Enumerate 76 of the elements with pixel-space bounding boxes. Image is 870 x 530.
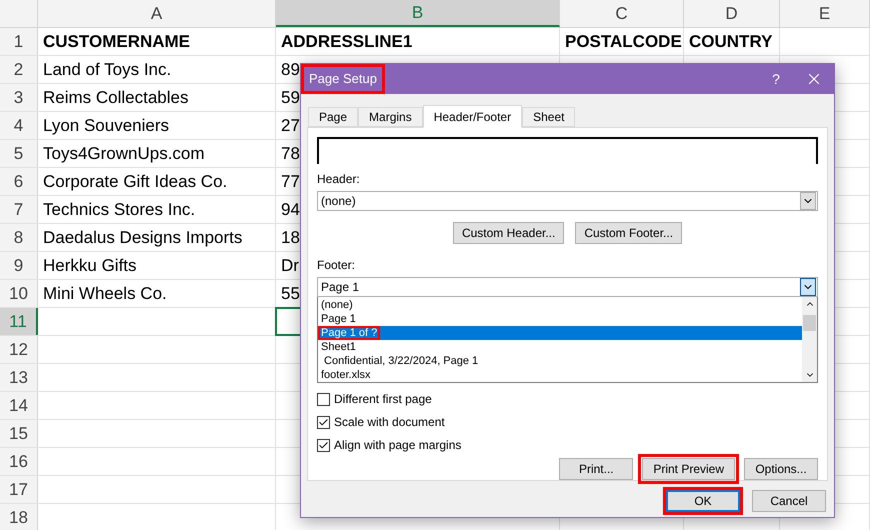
cell-text: Lyon Souveniers — [43, 114, 170, 137]
dialog-button[interactable]: Print Preview — [642, 458, 735, 480]
cell-text: Technics Stores Inc. — [43, 198, 196, 221]
field-label: Footer: — [317, 257, 356, 274]
dialog-tab[interactable]: Page — [308, 107, 358, 127]
list-option[interactable]: Page 1 of ? — [318, 326, 802, 340]
row-header[interactable]: 16 — [0, 448, 38, 475]
row-header[interactable]: 10 — [0, 280, 38, 307]
cell-text: Herkku Gifts — [43, 254, 137, 277]
highlight-frame: Page 1 of ? — [318, 326, 380, 340]
custom-button[interactable]: Custom Header... — [452, 222, 564, 244]
list-option[interactable]: Page 1 — [318, 312, 802, 326]
scroll-thumb[interactable] — [803, 314, 816, 330]
check-icon — [318, 416, 329, 428]
cell-text: Reims Collectables — [43, 86, 188, 109]
cell-text: 55 — [281, 282, 300, 305]
cell-text: 94 — [281, 198, 300, 221]
row-header[interactable]: 14 — [0, 392, 38, 419]
dialog-button[interactable]: Cancel — [752, 490, 826, 512]
row-header[interactable]: 15 — [0, 420, 38, 447]
row-header[interactable]: 8 — [0, 224, 38, 251]
row-header[interactable]: 7 — [0, 196, 38, 223]
field-label: Header: — [317, 171, 361, 188]
checkbox[interactable] — [317, 392, 330, 406]
scrollbar[interactable] — [802, 297, 817, 382]
checkbox-label: Align with page margins — [334, 437, 462, 454]
cell-text: POSTALCODE — [565, 30, 682, 53]
help-button[interactable]: ? — [758, 64, 794, 94]
cell-text: Land of Toys Inc. — [43, 58, 172, 81]
cell-text: 77 — [281, 170, 300, 193]
checkbox-label: Different first page — [334, 391, 432, 408]
list-option[interactable]: footer.xlsx — [318, 368, 802, 382]
cell-text: 78 — [281, 142, 300, 165]
footer-select[interactable]: Page 1 — [317, 277, 818, 297]
row-header[interactable]: 9 — [0, 252, 38, 279]
list-option[interactable]: Confidential, 3/22/2024, Page 1 — [318, 354, 802, 368]
list-option[interactable]: (none) — [318, 298, 802, 312]
cell-text: CUSTOMERNAME — [43, 30, 190, 53]
cell-text: 27 — [281, 114, 300, 137]
row-header[interactable]: 5 — [0, 140, 38, 167]
checkbox-label: Scale with document — [334, 414, 445, 431]
row-header[interactable]: 1 — [0, 28, 38, 55]
cell-text: Dr — [281, 254, 299, 277]
cell-text: ADDRESSLINE1 — [281, 30, 412, 53]
row-header[interactable]: 2 — [0, 56, 38, 83]
column-header[interactable]: D — [684, 0, 780, 27]
row-header[interactable]: 6 — [0, 168, 38, 195]
dialog-button[interactable]: Print... — [559, 458, 634, 480]
row-header[interactable]: 13 — [0, 364, 38, 391]
row-header[interactable]: 4 — [0, 112, 38, 139]
cell-text: 59 — [281, 86, 300, 109]
cell-text: Toys4GrownUps.com — [43, 142, 205, 165]
dialog-tab[interactable]: Sheet — [522, 107, 576, 127]
column-header[interactable]: E — [780, 0, 870, 27]
header-select[interactable]: (none) — [317, 191, 818, 211]
row-header[interactable]: 18 — [0, 504, 38, 530]
checkbox[interactable] — [317, 416, 330, 428]
dialog-tab[interactable]: Header/Footer — [422, 105, 522, 128]
row-header[interactable]: 17 — [0, 476, 38, 503]
cell-text: 89 — [281, 58, 300, 81]
dialog-title: Page Setup — [301, 64, 385, 94]
list-option[interactable]: Sheet1 — [318, 340, 802, 354]
cell-text: Corporate Gift Ideas Co. — [43, 170, 228, 193]
custom-button[interactable]: Custom Footer... — [575, 222, 682, 244]
cell-text: Mini Wheels Co. — [43, 282, 167, 305]
checkbox[interactable] — [317, 438, 330, 452]
dialog-button[interactable]: Options... — [744, 458, 818, 480]
cell-text: COUNTRY — [689, 30, 772, 53]
dialog-button[interactable]: OK — [666, 490, 740, 512]
cell-text: Daedalus Designs Imports — [43, 226, 242, 249]
column-header[interactable]: C — [560, 0, 684, 27]
row-header[interactable]: 3 — [0, 84, 38, 111]
row-header[interactable]: 12 — [0, 336, 38, 363]
cell-text: 18 — [281, 226, 300, 249]
dialog-tab[interactable]: Margins — [358, 107, 423, 127]
check-icon — [318, 440, 329, 450]
